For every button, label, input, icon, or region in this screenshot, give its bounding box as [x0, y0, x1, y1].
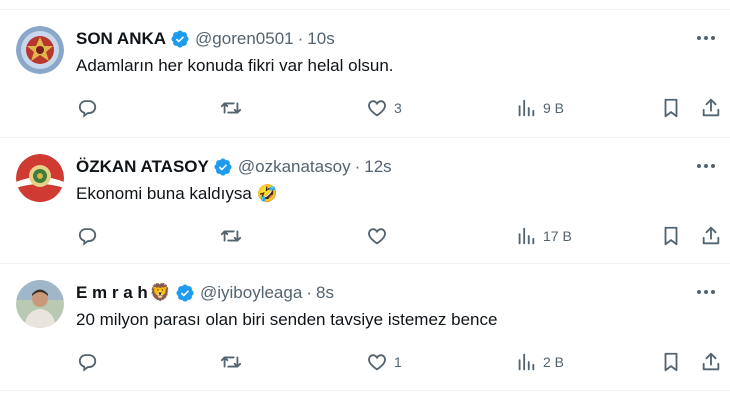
view-count: 17 B	[543, 228, 572, 244]
reply-button[interactable]	[76, 224, 98, 248]
like-count: 3	[394, 100, 402, 116]
bookmark-icon	[664, 226, 678, 246]
share-button[interactable]	[700, 96, 722, 120]
display-name[interactable]: E m r a h	[76, 283, 148, 303]
verified-badge-icon	[176, 284, 194, 302]
action-bar: 17 B	[76, 224, 724, 248]
action-bar: 3 9 B	[76, 96, 724, 120]
bookmark-button[interactable]	[660, 224, 682, 248]
separator-dot: ·	[354, 157, 361, 176]
retweet-icon	[220, 102, 242, 114]
reply-icon	[78, 228, 97, 246]
views-button[interactable]: 2 B	[515, 350, 564, 374]
like-icon	[368, 100, 386, 117]
more-icon[interactable]	[694, 28, 718, 48]
like-count: 1	[394, 354, 402, 370]
like-icon	[368, 228, 386, 245]
reply-icon	[78, 354, 97, 372]
tweet[interactable]: ÖZKAN ATASOY @ozkanatasoy · 12s Ekonomi …	[0, 138, 730, 264]
share-button[interactable]	[700, 350, 722, 374]
handle[interactable]: @ozkanatasoy	[238, 157, 351, 177]
separator-dot: ·	[306, 283, 312, 302]
retweet-button[interactable]	[220, 96, 242, 120]
views-icon	[518, 99, 535, 117]
tweet-header: E m r a h 🦁 @iyiboyleaga · 8s	[76, 282, 334, 304]
tweet-text: Adamların her konuda fikri var helal ols…	[76, 56, 394, 75]
timestamp[interactable]: 10s	[307, 29, 334, 49]
views-icon	[518, 353, 535, 371]
avatar[interactable]	[16, 26, 64, 74]
views-button[interactable]: 9 B	[515, 96, 564, 120]
tweet-header: SON ANKA @goren0501 · 10s	[76, 28, 335, 50]
like-icon	[368, 354, 386, 371]
like-button[interactable]: 1	[366, 350, 402, 374]
bookmark-button[interactable]	[660, 96, 682, 120]
share-icon	[702, 226, 720, 245]
separator-dot: ·	[297, 29, 304, 48]
tweet[interactable]: E m r a h 🦁 @iyiboyleaga · 8s 20 milyon …	[0, 264, 730, 391]
display-name[interactable]: ÖZKAN ATASOY	[76, 157, 209, 177]
display-name[interactable]: SON ANKA	[76, 29, 166, 49]
view-count: 9 B	[543, 100, 565, 116]
share-button[interactable]	[700, 224, 722, 248]
action-bar: 1 2 B	[76, 350, 724, 374]
retweet-button[interactable]	[220, 350, 242, 374]
tweet-header: ÖZKAN ATASOY @ozkanatasoy · 12s	[76, 156, 392, 178]
retweet-icon	[220, 356, 242, 368]
timestamp[interactable]: 12s	[364, 157, 391, 177]
more-icon[interactable]	[694, 156, 718, 176]
reply-button[interactable]	[76, 350, 98, 374]
tweet[interactable]: SON ANKA @goren0501 · 10s Adamların her …	[0, 10, 730, 138]
retweet-icon	[220, 230, 242, 242]
reply-button[interactable]	[76, 96, 98, 120]
handle[interactable]: @iyiboyleaga	[200, 283, 302, 303]
timestamp[interactable]: 8s	[316, 283, 334, 303]
views-button[interactable]: 17 B	[515, 224, 572, 248]
reply-icon	[78, 100, 97, 118]
avatar[interactable]	[16, 280, 64, 328]
tweet-text: 20 milyon parası olan biri senden tavsiy…	[76, 310, 498, 329]
bookmark-icon	[664, 352, 678, 372]
name-emoji: 🦁	[149, 283, 171, 302]
verified-badge-icon	[214, 158, 232, 176]
verified-badge-icon	[171, 30, 189, 48]
handle[interactable]: @goren0501	[195, 29, 294, 49]
tweet-text: Ekonomi buna kaldıysa 🤣	[76, 184, 278, 203]
retweet-button[interactable]	[220, 224, 242, 248]
share-icon	[702, 352, 720, 371]
view-count: 2 B	[543, 354, 565, 370]
like-button[interactable]	[366, 224, 394, 248]
avatar[interactable]	[16, 154, 64, 202]
views-icon	[518, 227, 535, 245]
bookmark-button[interactable]	[660, 350, 682, 374]
like-button[interactable]: 3	[366, 96, 402, 120]
bookmark-icon	[664, 98, 678, 118]
share-icon	[702, 98, 720, 117]
more-icon[interactable]	[694, 282, 718, 302]
